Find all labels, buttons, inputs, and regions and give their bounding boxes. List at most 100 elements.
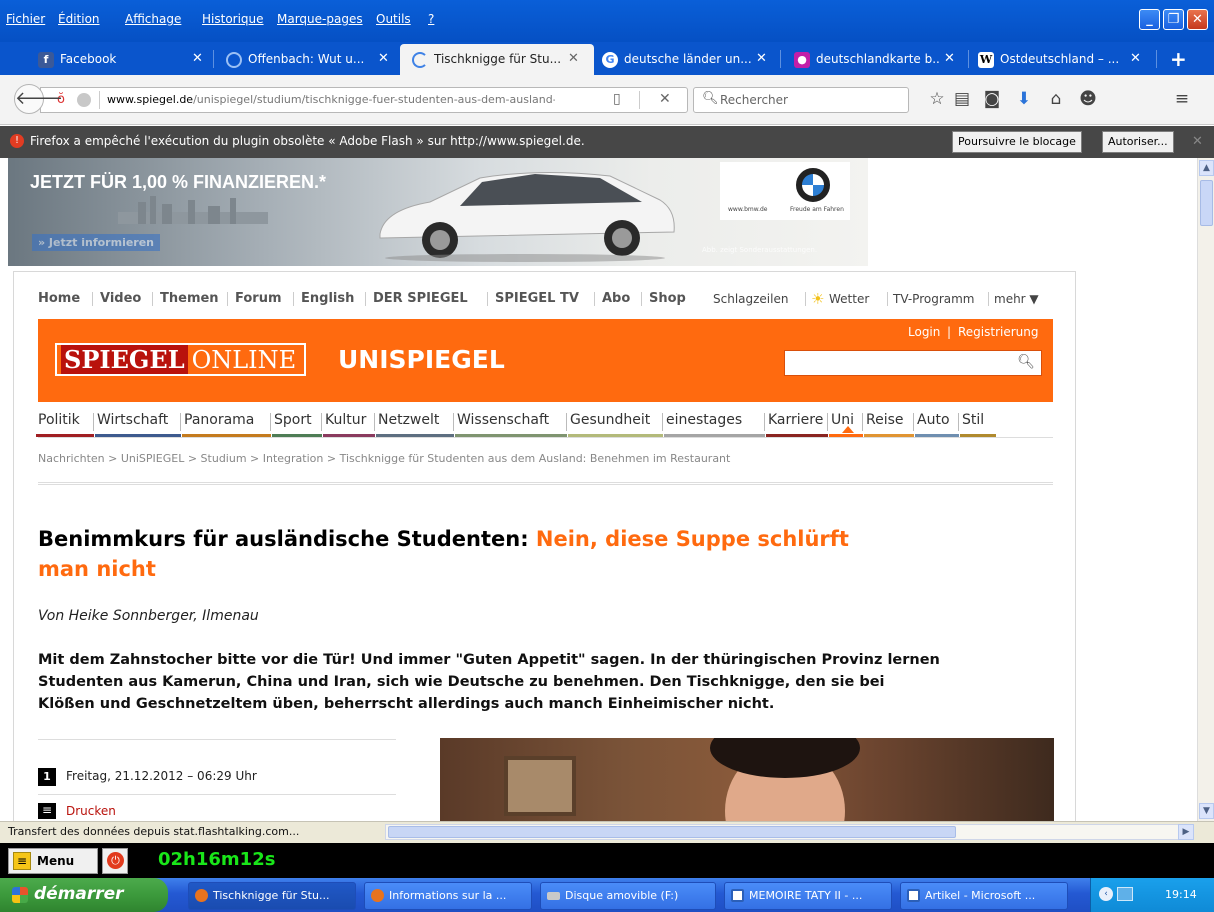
category-politik[interactable]: Politik	[38, 412, 80, 428]
nav-link-home[interactable]: Home	[38, 291, 80, 306]
category-separator	[764, 413, 765, 431]
register-link[interactable]: Registrierung	[958, 325, 1039, 339]
network-icon[interactable]	[1117, 887, 1133, 901]
ad-cta-button[interactable]: » Jetzt informieren	[32, 234, 161, 251]
category-stil[interactable]: Stil	[962, 412, 984, 428]
category-kultur[interactable]: Kultur	[325, 412, 366, 428]
nav-link-der-spiegel[interactable]: DER SPIEGEL	[373, 291, 468, 306]
reader-view-icon[interactable]: ▯	[613, 91, 621, 107]
vertical-scrollbar[interactable]: ▲ ▼	[1197, 158, 1214, 821]
bmw-ad-banner[interactable]: JETZT FÜR 1,00 % FINANZIEREN.* www.bmw.d…	[8, 158, 868, 266]
tab-offenbach[interactable]: Offenbach: Wut u... ✕	[214, 44, 398, 75]
minimize-icon[interactable]: _	[1139, 9, 1160, 30]
taskbar-button-removable-disk[interactable]: Disque amovible (F:)	[540, 882, 716, 910]
search-bar[interactable]: 🔍︎ Rechercher	[693, 87, 909, 113]
print-link[interactable]: Drucken	[66, 804, 116, 818]
taskbar-button-word-artikel[interactable]: Artikel - Microsoft ...	[900, 882, 1068, 910]
url-text[interactable]: www.spiegel.de/unispiegel/studium/tischk…	[107, 93, 555, 106]
tab-close-icon[interactable]: ✕	[568, 51, 579, 66]
tab-close-icon[interactable]: ✕	[378, 51, 389, 66]
mehr-dropdown[interactable]: mehr ▼	[994, 292, 1039, 306]
category-sport[interactable]: Sport	[274, 412, 312, 428]
menu-historique[interactable]: Historique	[202, 12, 264, 26]
facebook-icon: f	[38, 52, 54, 68]
tv-programm-link[interactable]: TV-Programm	[893, 292, 975, 306]
tab-facebook[interactable]: f Facebook ✕	[26, 44, 212, 75]
category-separator	[453, 413, 454, 431]
nav-link-video[interactable]: Video	[100, 291, 141, 306]
nav-link-shop[interactable]: Shop	[649, 291, 686, 306]
new-tab-icon[interactable]: +	[1170, 47, 1187, 71]
continue-blocking-button[interactable]: Poursuivre le blocage	[952, 131, 1082, 153]
tab-tischknigge[interactable]: Tischknigge für Stu... ✕	[400, 44, 594, 75]
stop-icon[interactable]: ✕	[659, 91, 671, 107]
scroll-thumb[interactable]	[1200, 180, 1213, 226]
menu-affichage[interactable]: Affichage	[125, 12, 181, 26]
spiegel-logo[interactable]: SPIEGEL ONLINE	[55, 343, 307, 376]
taskbar-button-firefox-info[interactable]: Informations sur la ...	[364, 882, 532, 910]
close-window-icon[interactable]: ✕	[1187, 9, 1208, 30]
nav-link-english[interactable]: English	[301, 291, 354, 306]
category-einestages[interactable]: einestages	[666, 412, 742, 428]
login-link[interactable]: Login	[908, 325, 940, 339]
menu-help[interactable]: ?	[428, 12, 434, 26]
article-photo[interactable]	[440, 738, 1054, 821]
category-auto[interactable]: Auto	[917, 412, 950, 428]
wetter-link[interactable]: Wetter	[829, 292, 869, 306]
tab-deutsche-laender[interactable]: G deutsche länder un... ✕	[596, 44, 776, 75]
nav-link-forum[interactable]: Forum	[235, 291, 282, 306]
menu-edition[interactable]: Édition	[58, 12, 100, 26]
timer-menu-button[interactable]: ≡ Menu	[8, 848, 98, 874]
scroll-down-icon[interactable]: ▼	[1199, 803, 1214, 819]
breadcrumb[interactable]: Nachrichten > UniSPIEGEL > Studium > Int…	[38, 452, 730, 465]
nav-link-spiegel-tv[interactable]: SPIEGEL TV	[495, 291, 579, 306]
clock: 19:14	[1165, 888, 1197, 901]
horizontal-scrollbar[interactable]	[385, 824, 1192, 840]
chat-icon[interactable]: ☻	[1076, 87, 1100, 111]
menu-fichier[interactable]: Fichier	[6, 12, 45, 26]
close-notification-icon[interactable]: ✕	[1192, 134, 1203, 149]
category-wirtschaft[interactable]: Wirtschaft	[97, 412, 168, 428]
allow-plugin-button[interactable]: Autoriser...	[1102, 131, 1174, 153]
site-search-input[interactable]: 🔍︎	[784, 350, 1042, 376]
category-color-bar	[36, 434, 94, 437]
download-icon[interactable]: ⬇	[1012, 87, 1036, 111]
category-gesundheit[interactable]: Gesundheit	[570, 412, 650, 428]
site-identity-icon[interactable]	[77, 93, 91, 107]
taskbar-button-firefox-tischknigge[interactable]: Tischknigge für Stu...	[188, 882, 356, 910]
back-button[interactable]: 🡐	[14, 84, 63, 114]
nav-link-abo[interactable]: Abo	[602, 291, 630, 306]
category-karriere[interactable]: Karriere	[768, 412, 823, 428]
h-scroll-thumb[interactable]	[388, 826, 956, 838]
menu-marque-pages[interactable]: Marque-pages	[277, 12, 363, 26]
category-panorama[interactable]: Panorama	[184, 412, 254, 428]
scroll-right-icon[interactable]: ▶	[1178, 824, 1194, 840]
category-netzwelt[interactable]: Netzwelt	[378, 412, 439, 428]
category-wissenschaft[interactable]: Wissenschaft	[457, 412, 549, 428]
url-bar[interactable]: ŏ www.spiegel.de/unispiegel/studium/tisc…	[40, 87, 688, 113]
tab-ostdeutschland[interactable]: W Ostdeutschland – ... ✕	[970, 44, 1150, 75]
bookmark-star-icon[interactable]: ☆	[925, 87, 949, 111]
hamburger-menu-icon[interactable]: ≡	[1170, 87, 1194, 111]
schlagzeilen-link[interactable]: Schlagzeilen	[713, 292, 788, 306]
start-button[interactable]: démarrer	[0, 878, 168, 912]
pocket-icon[interactable]: ◙	[980, 87, 1004, 111]
power-button[interactable]: ⏻	[102, 848, 128, 874]
restore-icon[interactable]: ❐	[1163, 9, 1184, 30]
home-icon[interactable]: ⌂	[1044, 87, 1068, 111]
menu-outils[interactable]: Outils	[376, 12, 411, 26]
category-reise[interactable]: Reise	[866, 412, 904, 428]
nav-link-themen[interactable]: Themen	[160, 291, 219, 306]
tab-close-icon[interactable]: ✕	[1130, 51, 1141, 66]
tab-close-icon[interactable]: ✕	[192, 51, 203, 66]
tab-close-icon[interactable]: ✕	[756, 51, 767, 66]
tab-close-icon[interactable]: ✕	[944, 51, 955, 66]
print-icon[interactable]: ≡	[38, 803, 56, 819]
status-text: Transfert des données depuis stat.flasht…	[8, 825, 300, 838]
scroll-up-icon[interactable]: ▲	[1199, 160, 1214, 176]
tray-expand-icon[interactable]: ‹	[1099, 887, 1113, 901]
taskbar-button-word-memoire[interactable]: MEMOIRE TATY II - ...	[724, 882, 892, 910]
bookmarks-list-icon[interactable]: ▤	[950, 87, 974, 111]
tab-deutschlandkarte[interactable]: ● deutschlandkarte b... ✕	[782, 44, 966, 75]
magnifier-icon[interactable]: 🔍︎	[1017, 354, 1035, 370]
